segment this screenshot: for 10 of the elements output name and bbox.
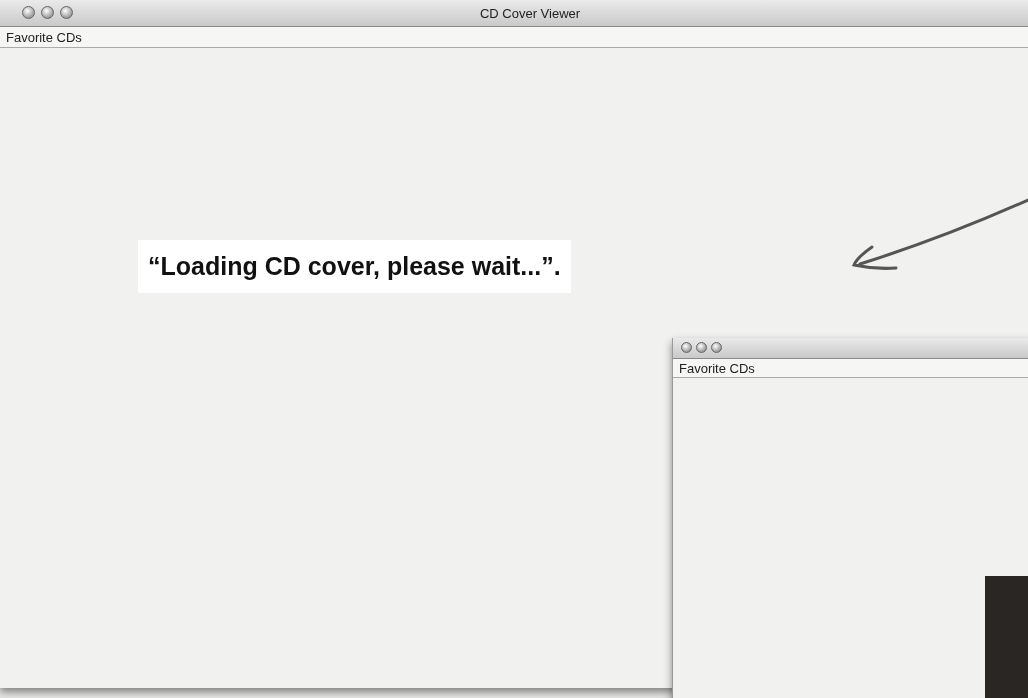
- window-control-button[interactable]: [681, 342, 692, 353]
- window-title: CD Cover Viewer: [479, 5, 581, 21]
- window-control-button[interactable]: [696, 342, 707, 353]
- window-control-button[interactable]: [60, 6, 73, 19]
- window-control-button[interactable]: [22, 6, 35, 19]
- window-control-button[interactable]: [41, 6, 54, 19]
- annotation-label: “Loading CD cover, please wait...”.: [138, 240, 571, 293]
- menu-item[interactable]: Favorite CDs: [679, 360, 755, 376]
- menu-item[interactable]: Favorite CDs: [6, 29, 82, 45]
- window-control-button[interactable]: [711, 342, 722, 353]
